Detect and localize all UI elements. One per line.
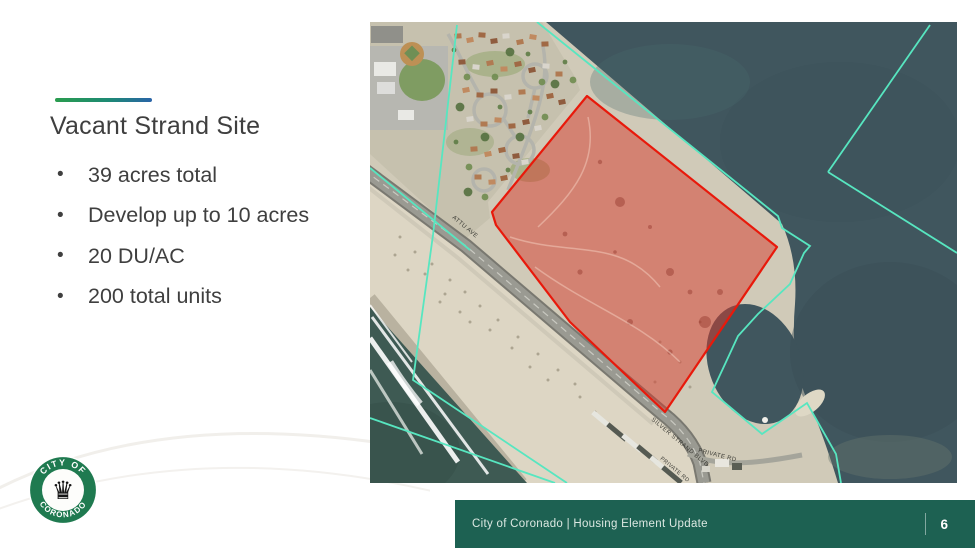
crown-icon: ♛ [52, 476, 75, 505]
page-title: Vacant Strand Site [50, 112, 260, 141]
slide: { "slide": { "title": "Vacant Strand Sit… [0, 0, 975, 548]
bullet-dot: • [57, 164, 71, 186]
aerial-map-image: SILVER STRAND BLVD PRIVATE RD PRIVATE RD… [370, 22, 957, 483]
bullet-list: • 39 acres total • Develop up to 10 acre… [57, 155, 387, 317]
sediment-plume [828, 435, 952, 479]
page-number: 6 [940, 517, 948, 532]
bullet-dot: • [57, 286, 71, 308]
aerial-map-svg: SILVER STRAND BLVD PRIVATE RD PRIVATE RD… [370, 22, 957, 483]
bullet-item: • Develop up to 10 acres [57, 196, 387, 237]
title-accent-line [55, 98, 152, 102]
footer-divider [925, 513, 926, 535]
bullet-dot: • [57, 205, 71, 227]
city-of-coronado-logo: CITY OF CORONADO ♛ [28, 455, 98, 525]
bullet-item: • 200 total units [57, 277, 387, 318]
bullet-dot: • [57, 245, 71, 267]
footer-title: City of Coronado | Housing Element Updat… [472, 518, 708, 530]
footer-bar: City of Coronado | Housing Element Updat… [455, 500, 975, 548]
bullet-item: • 20 DU/AC [57, 236, 387, 277]
bullet-item: • 39 acres total [57, 155, 387, 196]
